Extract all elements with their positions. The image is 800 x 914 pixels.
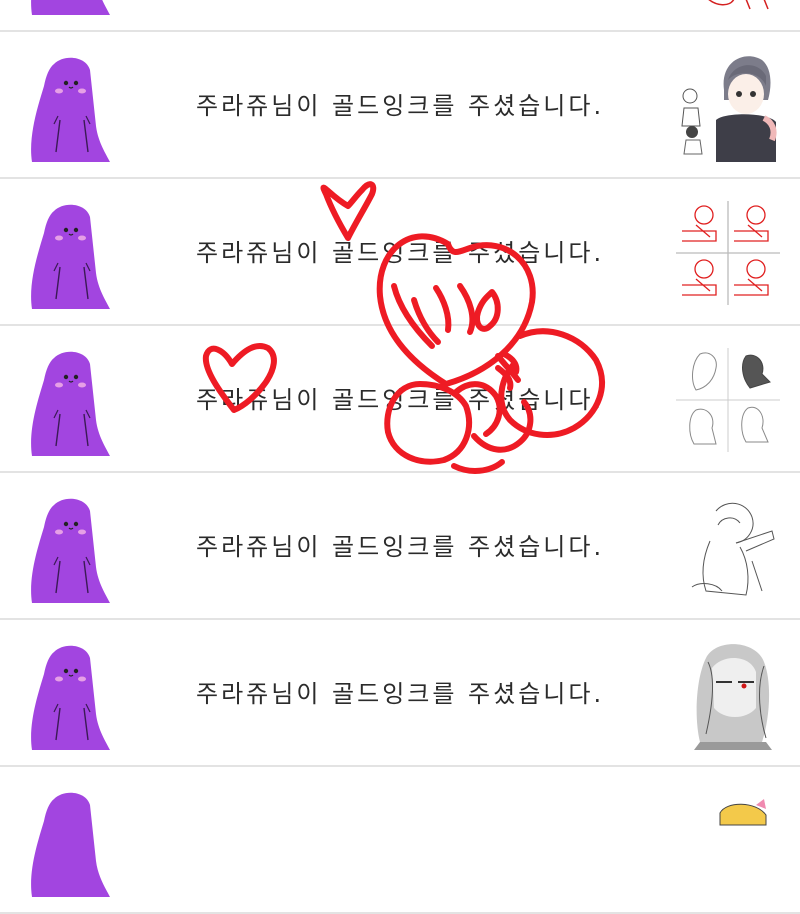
notification-row[interactable]: 주라쥬님이 골드잉크를 주셨습니다.: [0, 475, 800, 620]
artwork-thumbnail[interactable]: [676, 491, 780, 603]
purple-blob-avatar[interactable]: [24, 350, 114, 460]
purple-blob-avatar[interactable]: [24, 0, 114, 19]
notification-message: 주라쥬님이 골드잉크를 주셨습니다.: [196, 386, 605, 414]
purple-blob-avatar[interactable]: [24, 203, 114, 313]
purple-blob-avatar[interactable]: [24, 497, 114, 607]
artwork-thumbnail[interactable]: [676, 785, 780, 897]
notification-row[interactable]: [0, 0, 800, 32]
purple-blob-avatar[interactable]: [24, 791, 114, 901]
artwork-thumbnail[interactable]: [676, 0, 780, 15]
notification-row[interactable]: 주라쥬님이 골드잉크를 주셨습니다.: [0, 622, 800, 767]
artwork-thumbnail[interactable]: [676, 197, 780, 309]
artwork-thumbnail[interactable]: [676, 638, 780, 750]
artwork-thumbnail[interactable]: [676, 344, 780, 456]
notification-list: 주라쥬님이 골드잉크를 주셨습니다. 주라쥬님이 골드잉크를 주셨습니다. 주라…: [0, 0, 800, 914]
notification-message: 주라쥬님이 골드잉크를 주셨습니다.: [196, 92, 605, 120]
notification-row[interactable]: 주라쥬님이 골드잉크를 주셨습니다.: [0, 181, 800, 326]
notification-message: 주라쥬님이 골드잉크를 주셨습니다.: [196, 680, 605, 708]
notification-message: [196, 769, 626, 914]
purple-blob-avatar[interactable]: [24, 56, 114, 166]
artwork-thumbnail[interactable]: [676, 50, 780, 162]
notification-message: 주라쥬님이 골드잉크를 주셨습니다.: [196, 239, 605, 267]
notification-message: [196, 0, 626, 32]
purple-blob-avatar[interactable]: [24, 644, 114, 754]
notification-row[interactable]: 주라쥬님이 골드잉크를 주셨습니다.: [0, 328, 800, 473]
notification-row[interactable]: [0, 769, 800, 914]
notification-message: 주라쥬님이 골드잉크를 주셨습니다.: [196, 533, 605, 561]
notification-row[interactable]: 주라쥬님이 골드잉크를 주셨습니다.: [0, 34, 800, 179]
